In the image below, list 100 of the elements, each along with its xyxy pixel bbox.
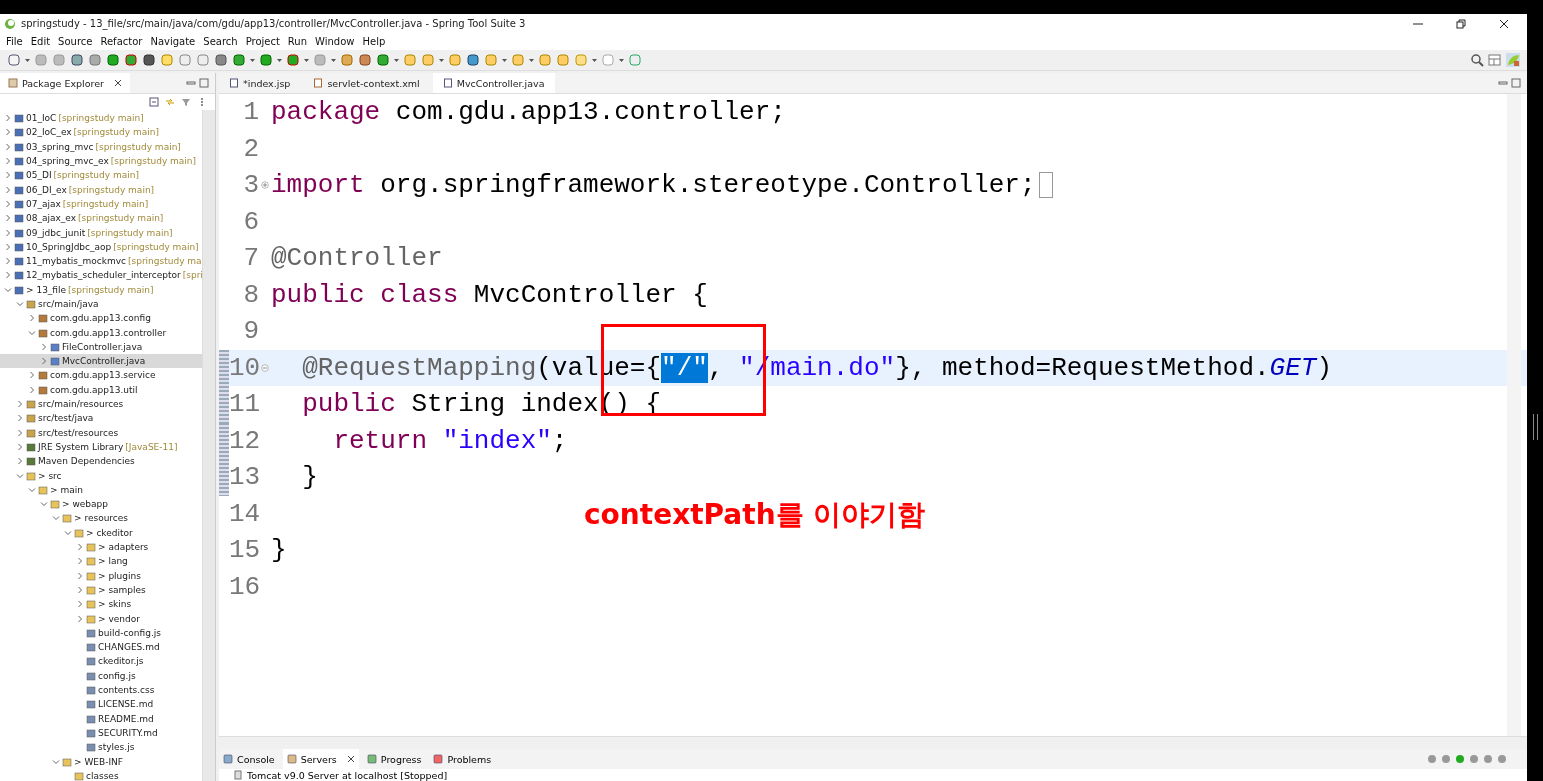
menu-item[interactable]: Refactor bbox=[96, 36, 147, 47]
tree-item[interactable]: Maven Dependencies bbox=[0, 454, 202, 469]
tree-item[interactable]: com.gdu.app13.controller bbox=[0, 325, 202, 340]
restore-icon[interactable] bbox=[1456, 18, 1466, 29]
tree-item[interactable]: com.gdu.app13.config bbox=[0, 311, 202, 326]
caret-icon[interactable] bbox=[25, 58, 30, 62]
menu-item[interactable]: Window bbox=[311, 36, 359, 47]
caret-icon[interactable] bbox=[439, 58, 444, 62]
tree-item[interactable]: > src bbox=[0, 468, 202, 483]
menu-item[interactable]: Run bbox=[283, 36, 312, 47]
tree-item[interactable]: LICENSE.md bbox=[0, 697, 202, 712]
tree-item[interactable]: config.js bbox=[0, 668, 202, 683]
tree-item[interactable]: > webapp bbox=[0, 497, 202, 512]
panel-tab[interactable]: Problems bbox=[429, 749, 496, 769]
tree-item[interactable]: > 13_file [springstudy main] bbox=[0, 282, 202, 297]
tree-item[interactable]: CHANGES.md bbox=[0, 640, 202, 655]
tree-item[interactable]: 01_IoC [springstudy main] bbox=[0, 111, 202, 126]
tree-item[interactable]: com.gdu.app13.service bbox=[0, 368, 202, 383]
tree-item[interactable]: FileController.java bbox=[0, 339, 202, 355]
spring-perspective-icon[interactable] bbox=[1506, 53, 1520, 67]
close-icon[interactable] bbox=[113, 79, 122, 87]
tree-item[interactable]: 06_DI_ex [springstudy main] bbox=[0, 182, 202, 197]
tree-item[interactable]: 07_ajax [springstudy main] bbox=[0, 196, 202, 212]
tree-item[interactable]: > adapters bbox=[0, 539, 202, 555]
tree-item[interactable]: MvcController.java bbox=[0, 354, 202, 369]
line-number: 10 bbox=[229, 352, 259, 383]
tree-item[interactable]: com.gdu.app13.util bbox=[0, 382, 202, 397]
panel-tab[interactable]: Servers bbox=[282, 749, 359, 769]
close-icon[interactable] bbox=[346, 755, 355, 763]
server-entry[interactable]: Tomcat v9.0 Server at localhost [Stopped] bbox=[247, 769, 448, 781]
caret-icon[interactable] bbox=[529, 58, 534, 62]
tree-item[interactable]: styles.js bbox=[0, 740, 202, 755]
caret-icon[interactable] bbox=[331, 58, 336, 62]
tree-item[interactable]: src/main/java bbox=[0, 296, 202, 312]
close-icon[interactable] bbox=[1499, 18, 1509, 29]
tree-item[interactable]: > ckeditor bbox=[0, 525, 202, 540]
tree-item[interactable]: build-config.js bbox=[0, 625, 202, 640]
editor-tab[interactable]: MvcController.java bbox=[432, 73, 555, 93]
tree-item[interactable]: 10_SpringJdbc_aop [springstudy main] bbox=[0, 239, 202, 254]
menu-item[interactable]: Project bbox=[241, 36, 284, 47]
menu-item[interactable]: Help bbox=[358, 36, 390, 47]
tree-item[interactable]: > skins bbox=[0, 597, 202, 612]
menu-item[interactable]: Search bbox=[199, 36, 242, 47]
tree-item[interactable]: > vendor bbox=[0, 611, 202, 626]
tree-item[interactable]: 04_spring_mvc_ex [springstudy main] bbox=[0, 153, 202, 169]
tree-item[interactable]: 09_jdbc_junit [springstudy main] bbox=[0, 225, 202, 240]
collapse-all-icon[interactable] bbox=[149, 97, 159, 107]
tree-item[interactable]: > WEB-INF bbox=[0, 754, 202, 769]
scrollbar[interactable] bbox=[1507, 94, 1521, 736]
minimize-icon[interactable] bbox=[186, 78, 196, 88]
menu-item[interactable]: Edit bbox=[26, 36, 55, 47]
jsp-file-icon bbox=[229, 78, 239, 88]
caret-icon[interactable] bbox=[277, 58, 282, 62]
scrollbar[interactable] bbox=[219, 736, 1527, 749]
caret-icon[interactable] bbox=[304, 58, 309, 62]
tree-item[interactable]: SECURITY.md bbox=[0, 725, 202, 741]
tree-item[interactable]: src/test/java bbox=[0, 411, 202, 426]
menu-item[interactable]: File bbox=[2, 36, 27, 47]
tree-item[interactable]: README.md bbox=[0, 711, 202, 726]
panel-tab[interactable]: Console bbox=[219, 749, 279, 769]
editor-tab[interactable]: *index.jsp bbox=[219, 73, 301, 93]
filter-icon[interactable] bbox=[181, 97, 191, 107]
editor-tab[interactable]: servlet-context.xml bbox=[303, 73, 430, 93]
tree-item[interactable]: contents.css bbox=[0, 682, 202, 698]
panel-tab[interactable]: Progress bbox=[362, 749, 426, 769]
menu-item[interactable]: Source bbox=[54, 36, 97, 47]
minimize-icon[interactable] bbox=[1498, 78, 1508, 88]
search-icon[interactable] bbox=[1470, 53, 1484, 67]
link-icon[interactable] bbox=[165, 97, 175, 107]
collapse-icon[interactable] bbox=[261, 363, 269, 372]
tree-item[interactable]: JRE System Library [JavaSE-11] bbox=[0, 439, 202, 455]
tree-item[interactable]: ckeditor.js bbox=[0, 654, 202, 669]
tree-item[interactable]: 02_IoC_ex [springstudy main] bbox=[0, 125, 202, 140]
tree-item[interactable]: 11_mybatis_mockmvc [springstudy ma bbox=[0, 253, 202, 269]
caret-icon[interactable] bbox=[502, 58, 507, 62]
scrollbar[interactable] bbox=[202, 110, 215, 781]
tree-item[interactable]: src/main/resources bbox=[0, 396, 202, 412]
tree-item[interactable]: 03_spring_mvc [springstudy main] bbox=[0, 139, 202, 154]
tree-item[interactable]: > lang bbox=[0, 554, 202, 569]
perspective-icon[interactable] bbox=[1488, 53, 1502, 67]
package-explorer-tab[interactable]: Package Explorer bbox=[0, 73, 130, 93]
tree-item[interactable]: > resources bbox=[0, 511, 202, 526]
tree-item[interactable]: 12_mybatis_scheduler_interceptor [spri bbox=[0, 268, 202, 283]
menu-item[interactable]: Navigate bbox=[146, 36, 200, 47]
tree-item[interactable]: 08_ajax_ex [springstudy main] bbox=[0, 211, 202, 226]
folded-code-marker[interactable] bbox=[1038, 172, 1053, 199]
expand-icon[interactable] bbox=[261, 181, 269, 190]
caret-icon[interactable] bbox=[250, 58, 255, 62]
tree-item[interactable]: classes bbox=[0, 768, 202, 781]
resize-handle[interactable] bbox=[1533, 414, 1538, 440]
caret-icon[interactable] bbox=[394, 58, 399, 62]
tree-item[interactable]: src/test/resources bbox=[0, 425, 202, 440]
caret-icon[interactable] bbox=[592, 58, 597, 62]
tree-item[interactable]: > samples bbox=[0, 582, 202, 598]
tree-item[interactable]: > main bbox=[0, 482, 202, 497]
tree-item[interactable]: 05_DI [springstudy main] bbox=[0, 168, 202, 183]
tree-item[interactable]: > plugins bbox=[0, 568, 202, 583]
maximize-icon[interactable] bbox=[199, 78, 209, 88]
caret-icon[interactable] bbox=[619, 58, 624, 62]
maximize-icon[interactable] bbox=[1511, 78, 1521, 88]
